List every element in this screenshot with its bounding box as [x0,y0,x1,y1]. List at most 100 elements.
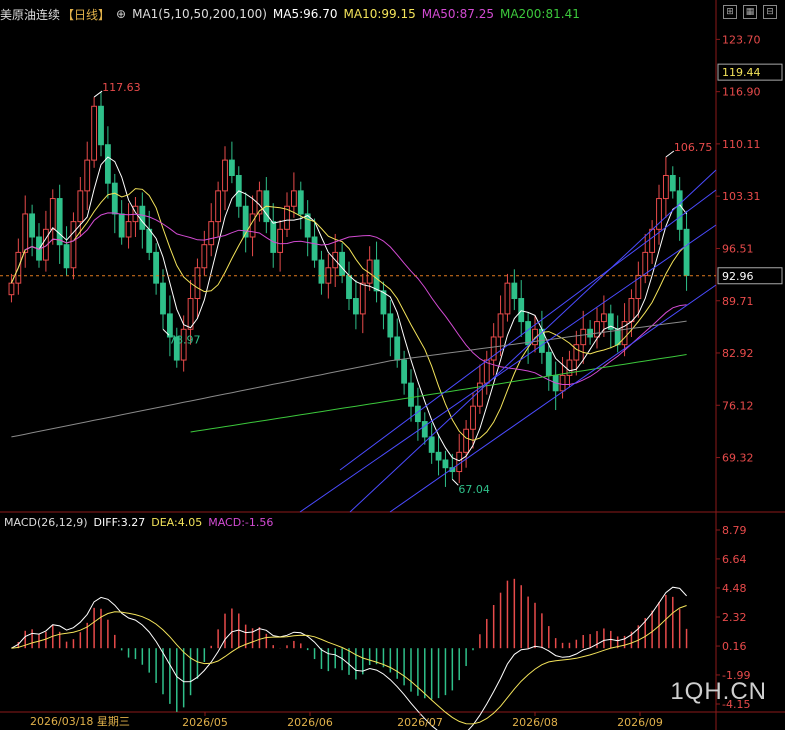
candle-body [600,313,607,323]
candle-body [111,182,118,215]
cursor-date: 2026/03/18 星期三 [30,715,130,728]
candle-body [394,336,401,361]
candle-body [649,228,656,253]
window-controls: ⊞ ▦ ⊟ [723,5,777,19]
price-tick-label: 76.12 [722,399,754,412]
ma5-value: MA5:96.70 [272,7,338,21]
x-tick-label: 2026/08 [512,716,558,729]
candle-body [456,451,463,473]
ma200-line [190,354,687,433]
candle-body [8,282,15,296]
candle-body [56,198,63,246]
high-annotation: 117.63 [102,81,141,94]
candle-body [228,159,235,176]
candle-body [628,298,635,323]
price-tick-label: 110.11 [722,138,761,151]
x-tick-label: 2026/09 [617,716,663,729]
candle-body [222,159,228,192]
macd-tick-label: 4.48 [722,582,747,595]
candle-body [194,267,201,300]
candle-body [428,436,435,453]
candle-body [311,236,318,261]
symbol-name[interactable]: 美原油连续 [0,6,60,23]
chart-type-icon[interactable]: ▦ [743,5,757,19]
candle-body [70,221,77,269]
candle-body [153,251,160,284]
annotation-pointer [665,150,675,158]
candle-body [146,228,153,253]
high-annotation: 106.75 [674,141,713,154]
candle-body [270,221,277,253]
macd-tick-label: 0.16 [722,640,747,653]
macd-tick-label: 6.64 [722,553,747,566]
trend-channel-line [339,189,717,471]
candle-body [160,282,166,315]
x-tick-label: 2026/06 [287,716,333,729]
candle-body [662,174,669,200]
ma-title: MA1(5,10,50,200,100) [132,7,267,21]
macd-tick-label: 2.32 [722,611,747,624]
price-tick-label: 69.32 [722,452,754,465]
candle-body [339,251,346,276]
candle-body [435,451,442,461]
candle-body [346,274,352,300]
candle-body [104,144,111,184]
candle-body [118,213,125,238]
candle-body [387,313,394,338]
candle-body [29,213,36,238]
candle-body [201,244,208,269]
candle-body [139,205,146,230]
candle-body [545,351,552,376]
candle-body [511,282,518,300]
candle-body [208,221,215,246]
candle-body [297,190,304,215]
macd-macd: MACD:-1.56 [208,516,274,529]
candle-body [669,174,676,192]
candle-body [676,190,683,230]
price-chart: 123.70 116.90 110.11 103.31 96.51 89.71 82.92 7… [0,0,785,730]
close-icon[interactable]: ⊟ [763,5,777,19]
candle-body [470,405,476,430]
candle-body [683,228,690,276]
candle-body [401,359,408,384]
candle-body [215,190,222,223]
ma10-value: MA10:99.15 [343,7,416,21]
candle-body [49,198,56,230]
candle-body [277,228,284,253]
candle-body [497,313,504,338]
macd-title: MACD(26,12,9) [4,516,88,529]
low-annotation: 78.97 [169,333,201,346]
candle-body [84,159,91,192]
price-tick-label: 123.70 [722,33,761,46]
price-tick-label: 96.51 [722,242,754,255]
candle-body [318,259,325,284]
price-tick-label: 82.92 [722,347,754,360]
candle-body [504,282,511,315]
candle-body [642,251,649,276]
candle-body [125,221,132,238]
macd-tick-label: 8.79 [722,524,747,537]
candle-body [518,298,525,323]
chart-header: 美原油连续 【日线】 ⊕ MA1(5,10,50,200,100) MA5:96… [0,0,785,28]
candle-body [594,321,600,338]
ma200-value: MA200:81.41 [499,7,580,21]
price-tick-label: 89.71 [722,295,754,308]
trend-channel-line [389,284,717,513]
current-price-label: 92.96 [722,270,754,283]
watermark: 1QH.CN [670,678,767,705]
candle-body [408,382,414,407]
candle-body [352,298,359,315]
candle-body [380,290,387,315]
ma50-value: MA50:87.25 [421,7,494,21]
candle-body [421,421,428,438]
zoom-icon[interactable]: ⊕ [116,7,126,21]
macd-header: MACD(26,12,9) DIFF:3.27 DEA:4.05 MACD:-1… [4,516,273,529]
top-marker-label: 119.44 [722,66,761,79]
candle-body [559,374,566,392]
candle-body [91,105,98,161]
candle-body [98,105,104,146]
candle-body [587,328,594,338]
candle-body [463,428,470,453]
period-label[interactable]: 【日线】 [62,6,110,23]
settings-icon[interactable]: ⊞ [723,5,737,19]
